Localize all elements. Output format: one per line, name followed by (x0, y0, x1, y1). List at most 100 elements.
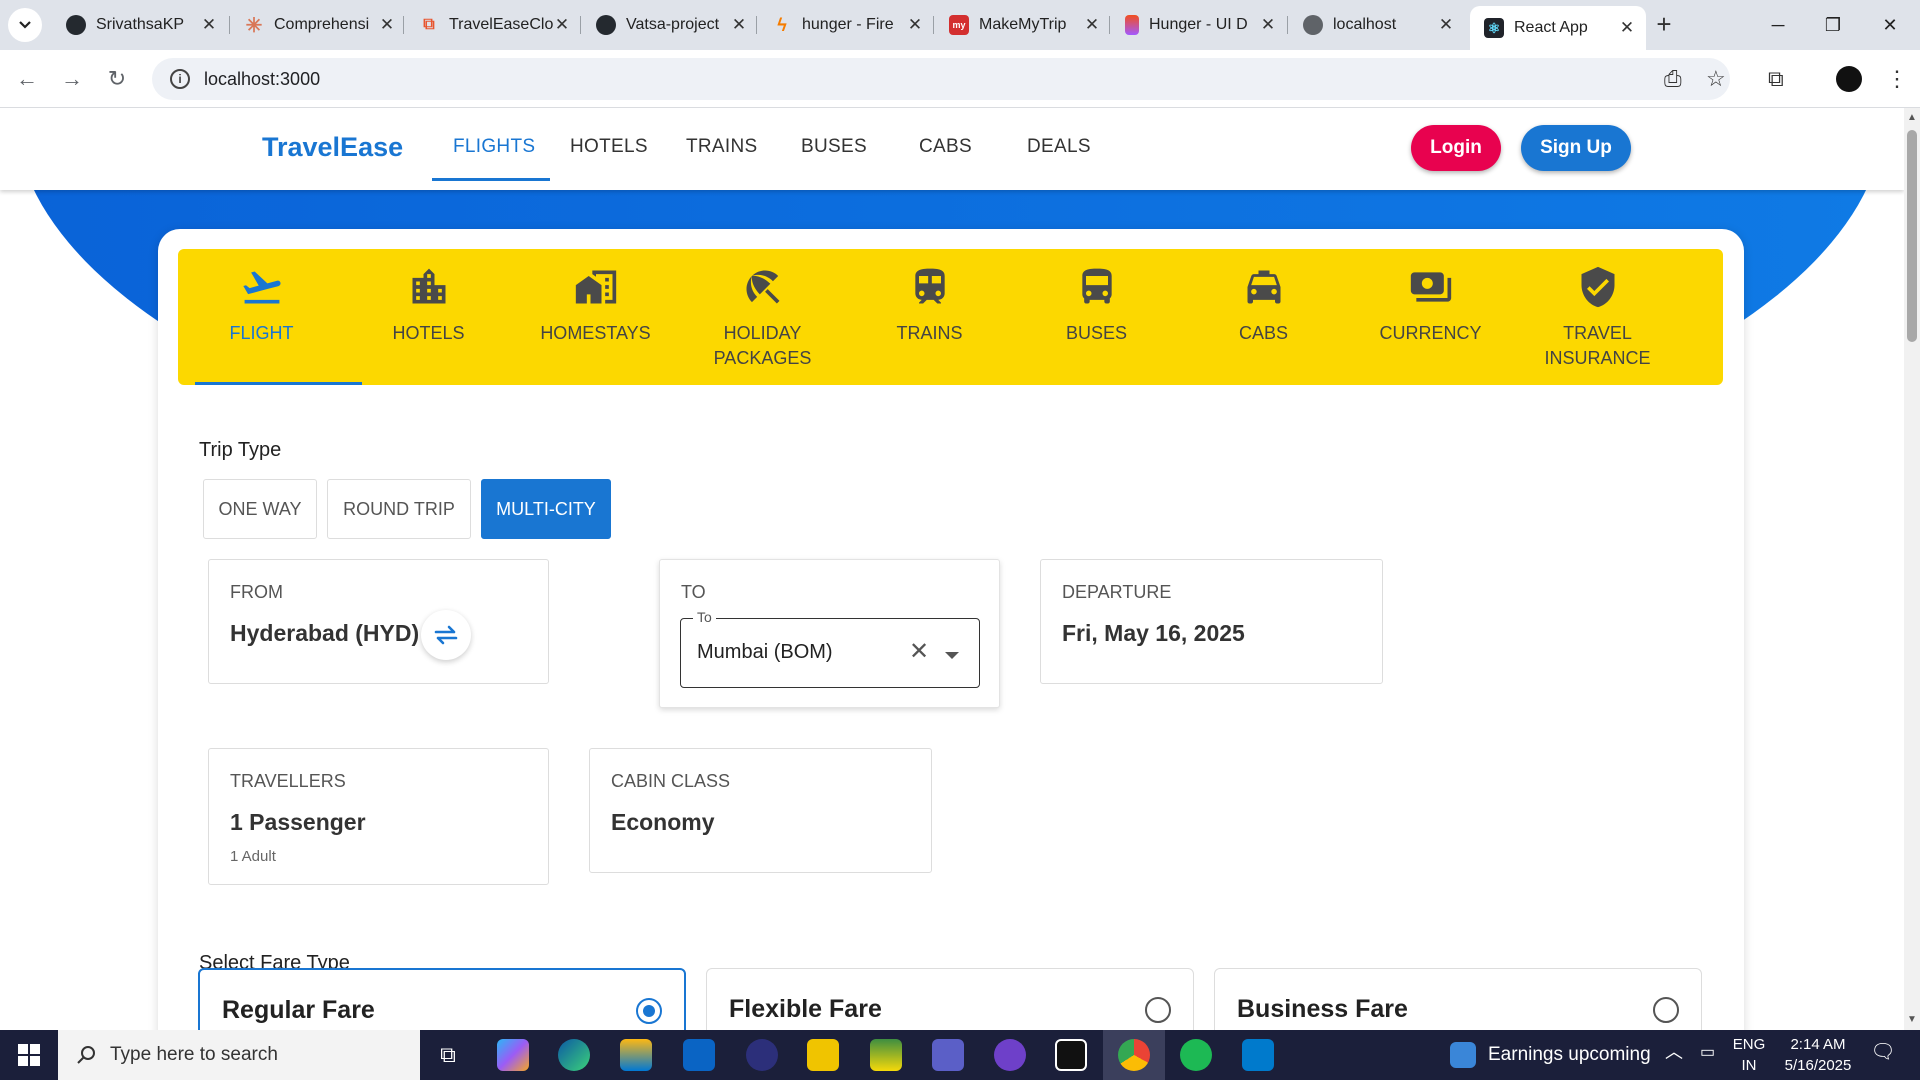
start-button[interactable] (0, 1030, 58, 1080)
scrollbar-thumb[interactable] (1907, 130, 1917, 342)
one-way-button[interactable]: ONE WAY (203, 479, 317, 539)
close-icon[interactable]: ✕ (200, 15, 218, 35)
browser-tab[interactable]: Hunger - UI D ✕ (1111, 7, 1287, 43)
fare-option-flexible[interactable]: Flexible Fare (706, 968, 1194, 1030)
category-currency[interactable]: CURRENCY (1347, 249, 1514, 385)
close-icon[interactable]: ✕ (1259, 15, 1277, 35)
tab-title: Hunger - UI D (1149, 16, 1248, 33)
makemytrip-icon: my (949, 15, 969, 35)
forward-icon[interactable]: → (57, 64, 87, 94)
scroll-up-icon[interactable]: ▲ (1907, 112, 1917, 123)
site-logo[interactable]: TravelEase (262, 132, 403, 163)
back-icon[interactable]: ← (12, 64, 42, 94)
bus-icon (1081, 268, 1112, 304)
file-explorer-icon[interactable] (807, 1039, 839, 1071)
more-menu-icon[interactable]: ⋮ (1886, 66, 1908, 92)
new-tab-button[interactable]: + (1650, 10, 1678, 40)
from-field[interactable]: FROM Hyderabad (HYD) (208, 559, 549, 684)
news-widget-text[interactable]: Earnings upcoming (1488, 1044, 1651, 1066)
url-field[interactable]: i localhost:3000 (152, 58, 1730, 100)
login-button[interactable]: Login (1411, 125, 1501, 171)
browser-tab[interactable]: localhost ✕ (1289, 7, 1465, 43)
app-plus-icon[interactable] (870, 1039, 902, 1071)
nav-hotels[interactable]: HOTELS (570, 136, 648, 158)
category-homestays[interactable]: HOMESTAYS (512, 249, 679, 385)
close-icon[interactable]: ✕ (553, 15, 571, 35)
fare-radio[interactable] (1653, 997, 1679, 1023)
clear-icon[interactable]: ✕ (909, 637, 929, 666)
reload-icon[interactable]: ↻ (102, 64, 132, 94)
signup-button[interactable]: Sign Up (1521, 125, 1631, 171)
terminal-app-icon[interactable] (1055, 1039, 1087, 1071)
browser-tab[interactable]: ✳ Comprehensi ✕ (230, 7, 406, 43)
minimize-icon[interactable]: ─ (1758, 10, 1798, 40)
category-flight[interactable]: FLIGHT (178, 249, 345, 385)
fare-option-regular[interactable]: Regular Fare (198, 968, 686, 1030)
github-desktop-icon[interactable] (994, 1039, 1026, 1071)
nav-trains[interactable]: TRAINS (686, 136, 757, 158)
browser-tab[interactable]: SrivathsaKP ✕ (52, 7, 228, 43)
site-info-icon[interactable]: i (170, 69, 190, 89)
category-cabs[interactable]: CABS (1180, 249, 1347, 385)
departure-field[interactable]: DEPARTURE Fri, May 16, 2025 (1040, 559, 1383, 684)
nav-buses[interactable]: BUSES (801, 136, 867, 158)
cabin-class-field[interactable]: CABIN CLASS Economy (589, 748, 932, 873)
fare-radio[interactable] (1145, 997, 1171, 1023)
page-scrollbar[interactable]: ▲ ▼ (1904, 108, 1920, 1030)
close-icon[interactable]: ✕ (1437, 15, 1455, 35)
browser-tab[interactable]: ϟ hunger - Fire ✕ (758, 7, 934, 43)
to-select[interactable]: To Mumbai (BOM) ✕ (680, 609, 980, 688)
task-view-icon[interactable]: ⧉ (432, 1039, 464, 1071)
category-holiday-packages[interactable]: HOLIDAY PACKAGES (679, 249, 846, 385)
travellers-field[interactable]: TRAVELLERS 1 Passenger 1 Adult (208, 748, 549, 885)
close-icon[interactable]: ✕ (730, 15, 748, 35)
teams-icon[interactable] (932, 1039, 964, 1071)
fare-option-business[interactable]: Business Fare (1214, 968, 1702, 1030)
tray-device-icon[interactable]: ▭ (1700, 1042, 1715, 1063)
extensions-icon[interactable]: ⧉ (1768, 66, 1784, 92)
close-icon[interactable]: ✕ (906, 15, 924, 35)
language-indicator[interactable]: ENG IN (1732, 1034, 1766, 1076)
dropdown-arrow-icon[interactable] (945, 652, 959, 659)
browser-tab-active[interactable]: ⚛ React App ✕ (1470, 6, 1646, 50)
multi-city-button[interactable]: MULTI-CITY (481, 479, 611, 539)
store-icon[interactable] (620, 1039, 652, 1071)
close-icon[interactable]: ✕ (1618, 18, 1636, 38)
notifications-icon[interactable]: 🗨 (1868, 1042, 1898, 1063)
category-travel-insurance[interactable]: TRAVEL INSURANCE (1514, 249, 1681, 385)
category-trains[interactable]: TRAINS (846, 249, 1013, 385)
news-widget-icon[interactable] (1450, 1042, 1476, 1068)
round-trip-button[interactable]: ROUND TRIP (327, 479, 471, 539)
swap-cities-button[interactable] (421, 610, 471, 660)
nav-cabs[interactable]: CABS (919, 136, 972, 158)
tray-expand-icon[interactable]: ︿ (1665, 1042, 1683, 1063)
fare-name: Flexible Fare (729, 995, 882, 1023)
install-app-icon[interactable]: ⎙ (1664, 66, 1682, 92)
edge-icon[interactable] (558, 1039, 590, 1071)
copilot-icon[interactable] (497, 1039, 529, 1071)
close-icon[interactable]: ✕ (378, 15, 396, 35)
vscode-icon[interactable] (1242, 1039, 1274, 1071)
outlook-icon[interactable] (683, 1039, 715, 1071)
category-hotels[interactable]: HOTELS (345, 249, 512, 385)
window-close-icon[interactable]: ✕ (1870, 10, 1910, 40)
category-buses[interactable]: BUSES (1013, 249, 1180, 385)
close-icon[interactable]: ✕ (1083, 15, 1101, 35)
profile-avatar[interactable] (1836, 66, 1862, 92)
taskbar-search[interactable]: Type here to search (58, 1030, 420, 1080)
spotify-icon[interactable] (1180, 1039, 1212, 1071)
clock[interactable]: 2:14 AM 5/16/2025 (1772, 1034, 1864, 1076)
eclipse-icon[interactable] (746, 1039, 778, 1071)
browser-tab[interactable]: ⧉ TravelEaseClo ✕ (405, 7, 581, 43)
restore-icon[interactable]: ❐ (1813, 10, 1853, 40)
nav-deals[interactable]: DEALS (1027, 136, 1091, 158)
fare-radio[interactable] (636, 998, 662, 1024)
chrome-icon[interactable] (1118, 1039, 1150, 1071)
tab-search-button[interactable] (8, 8, 42, 42)
browser-tab[interactable]: my MakeMyTrip ✕ (935, 7, 1111, 43)
category-label: HOLIDAY PACKAGES (713, 323, 812, 368)
nav-flights[interactable]: FLIGHTS (453, 136, 535, 158)
bookmark-star-icon[interactable]: ☆ (1706, 66, 1726, 92)
browser-tab[interactable]: Vatsa-project ✕ (582, 7, 758, 43)
scroll-down-icon[interactable]: ▼ (1907, 1014, 1917, 1025)
